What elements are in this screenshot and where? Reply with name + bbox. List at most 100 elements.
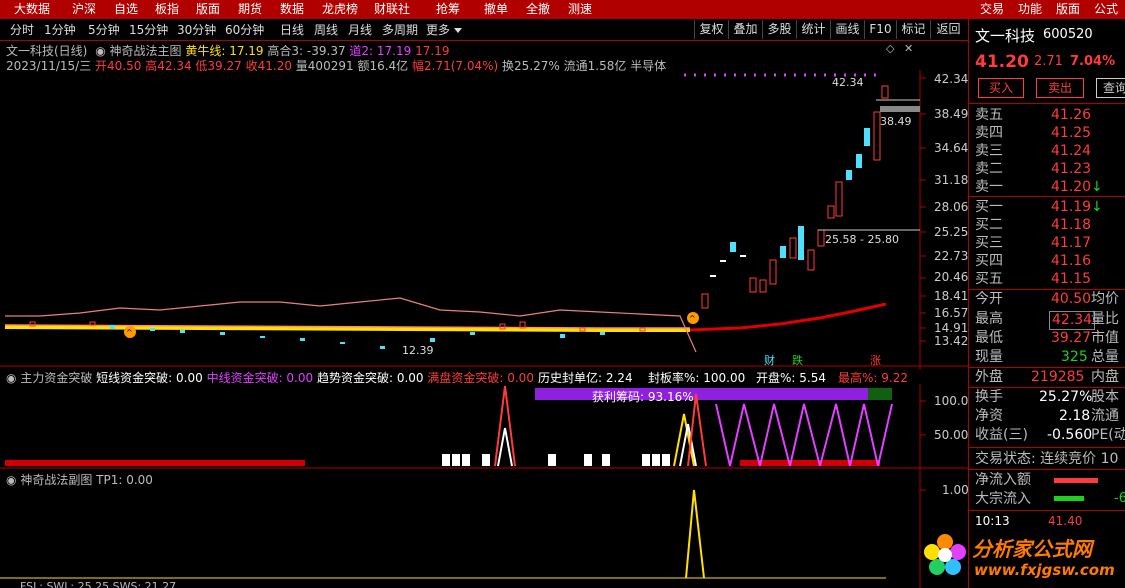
menu-item[interactable]: 全撤 — [526, 1, 550, 18]
quote-stock-code: 600520 — [1043, 27, 1093, 42]
tab-period-day[interactable]: 日线 — [280, 22, 304, 38]
sub1-value: 中线资金突破: 0.00 — [206, 371, 314, 385]
menu-item[interactable]: 公式 — [1094, 1, 1118, 18]
cai-label: 财 — [764, 354, 775, 367]
divider — [969, 367, 1125, 368]
stat-row: 外盘 219285 内盘 — [975, 369, 1119, 385]
menu-item[interactable]: 交易 — [980, 1, 1004, 18]
trade-state: 交易状态: 连续竞价 10 — [975, 451, 1119, 467]
ask-row[interactable]: 卖五 41.26 — [975, 107, 1125, 124]
divider — [969, 447, 1125, 448]
sub1-chart[interactable] — [0, 384, 968, 470]
price-axis-label: 14.91 — [934, 321, 969, 335]
divider — [969, 510, 1125, 511]
watermark-url: www.fxjgsw.com — [974, 561, 1115, 579]
main-kline-chart[interactable]: ^ ^ — [0, 70, 968, 370]
tab-period[interactable]: 5分钟 — [88, 22, 120, 38]
indicator-value: 17.19 — [415, 44, 450, 58]
menu-item[interactable]: 财联社 — [374, 1, 410, 18]
price-axis-label: 13.42 — [934, 334, 969, 348]
tab-period[interactable]: 分时 — [10, 22, 34, 38]
bid-row[interactable]: 买四 41.16 — [975, 253, 1125, 270]
menu-item[interactable]: 版面 — [1056, 1, 1080, 18]
stat-row: 收益(三)-0.560PE(动) — [975, 427, 1125, 443]
tab-period[interactable]: 60分钟 — [225, 22, 264, 38]
sub1-title[interactable]: 主力资金突破 — [20, 371, 92, 385]
sub2-chart[interactable] — [0, 470, 968, 588]
menu-item[interactable]: 自选 — [114, 1, 138, 18]
toolbar-button[interactable]: 多股 — [762, 20, 796, 39]
diamond-icon[interactable]: ◇ — [886, 42, 894, 55]
query-button[interactable]: 查询 — [1096, 78, 1125, 98]
menu-item[interactable]: 版面 — [196, 1, 220, 18]
price-axis-label: 25.25 — [934, 225, 969, 239]
ask-row[interactable]: 卖一 41.20 ↓ — [975, 179, 1125, 196]
tab-period[interactable]: 周线 — [314, 22, 338, 38]
bid-row[interactable]: 买一 41.19 ↓ — [975, 199, 1125, 216]
sub1-red-bars — [5, 460, 305, 466]
quote-pct: 7.04% — [1070, 54, 1116, 69]
bid-row[interactable]: 买二 41.18 — [975, 217, 1125, 234]
price-marker-bar — [880, 106, 920, 112]
menu-item[interactable]: 测速 — [568, 1, 592, 18]
tab-more[interactable]: 更多 — [426, 22, 450, 38]
settings-icon[interactable]: ◉ — [6, 371, 16, 385]
price-axis-label: 22.73 — [934, 249, 969, 263]
tab-period[interactable]: 30分钟 — [177, 22, 216, 38]
mid-price-label: 38.49 — [880, 115, 912, 128]
toolbar-button[interactable]: 叠加 — [728, 20, 762, 39]
price-axis-label: 34.64 — [934, 141, 969, 155]
divider — [969, 387, 1125, 388]
big-inflow-label: 大宗流入 — [975, 491, 1031, 507]
indicator-value: 黄牛线: 17.19 — [185, 44, 264, 58]
tick-time: 10:13 — [975, 514, 1010, 528]
ask-row[interactable]: 卖二 41.23 — [975, 161, 1125, 178]
indicator-value: 高合3: -39.37 — [267, 44, 346, 58]
profit-label: 获利筹码: 93.16% — [592, 390, 694, 404]
settings-icon[interactable]: ◉ — [95, 44, 105, 58]
toolbar-button[interactable]: 画线 — [830, 20, 864, 39]
stat-row: 换手 25.27% 股本 — [975, 389, 1119, 405]
ask-row[interactable]: 卖三 41.24 — [975, 143, 1125, 160]
indicator-name[interactable]: 神奇战法主图 — [110, 44, 182, 58]
menu-item[interactable]: 龙虎榜 — [322, 1, 358, 18]
price-axis-label: 16.57 — [934, 306, 969, 320]
tab-period[interactable]: 1分钟 — [44, 22, 76, 38]
menu-item[interactable]: 沪深 — [72, 1, 96, 18]
toolbar-button[interactable]: 统计 — [796, 20, 830, 39]
high-price-label: 42.34 — [832, 76, 864, 89]
price-axis-label: 28.06 — [934, 200, 969, 214]
sub1-value: 满盘资金突破: 0.00 — [427, 371, 534, 385]
divider — [969, 196, 1125, 197]
menu-item[interactable]: 功能 — [1018, 1, 1042, 18]
sub1-value: 短线资金突破: 0.00 — [96, 371, 203, 385]
menu-item[interactable]: 大数据 — [14, 1, 50, 18]
sub2-axis-label: 1.00 — [942, 483, 969, 497]
menu-item[interactable]: 数据 — [280, 1, 304, 18]
sell-button[interactable]: 卖出 — [1036, 78, 1084, 98]
toolbar-button[interactable]: 返回 — [930, 20, 966, 39]
tab-period[interactable]: 月线 — [348, 22, 372, 38]
sub2-bottom-line: FSL: SWL: 25.25 SWS: 21.27 — [20, 580, 177, 588]
stat-row: 最低 39.27 市值 — [975, 330, 1119, 346]
menu-item[interactable]: 抢筹 — [436, 1, 460, 18]
buy-button[interactable]: 买入 — [978, 78, 1024, 98]
close-icon[interactable]: ✕ — [904, 42, 913, 55]
svg-text:^: ^ — [689, 314, 696, 323]
menu-item[interactable]: 期货 — [238, 1, 262, 18]
bid-row[interactable]: 买五 41.15 — [975, 271, 1125, 288]
period-toolbar: 分时 1分钟 5分钟 15分钟 30分钟 60分钟 日线 周线 月线 多周期 更… — [0, 19, 968, 41]
toolbar-button[interactable]: F10 — [864, 20, 896, 39]
menu-item[interactable]: 撤单 — [484, 1, 508, 18]
tab-period[interactable]: 15分钟 — [129, 22, 168, 38]
arrow-down-icon: ↓ — [1091, 179, 1103, 195]
watermark-name: 分析家公式网 — [972, 537, 1092, 561]
divider — [969, 103, 1125, 104]
sub1-value: 趋势资金突破: 0.00 — [316, 371, 424, 385]
bid-row[interactable]: 买三 41.17 — [975, 235, 1125, 252]
tab-period[interactable]: 多周期 — [382, 22, 418, 38]
toolbar-button[interactable]: 复权 — [694, 20, 728, 39]
toolbar-button[interactable]: 标记 — [896, 20, 930, 39]
menu-item[interactable]: 板指 — [155, 1, 179, 18]
ask-row[interactable]: 卖四 41.25 — [975, 125, 1125, 142]
